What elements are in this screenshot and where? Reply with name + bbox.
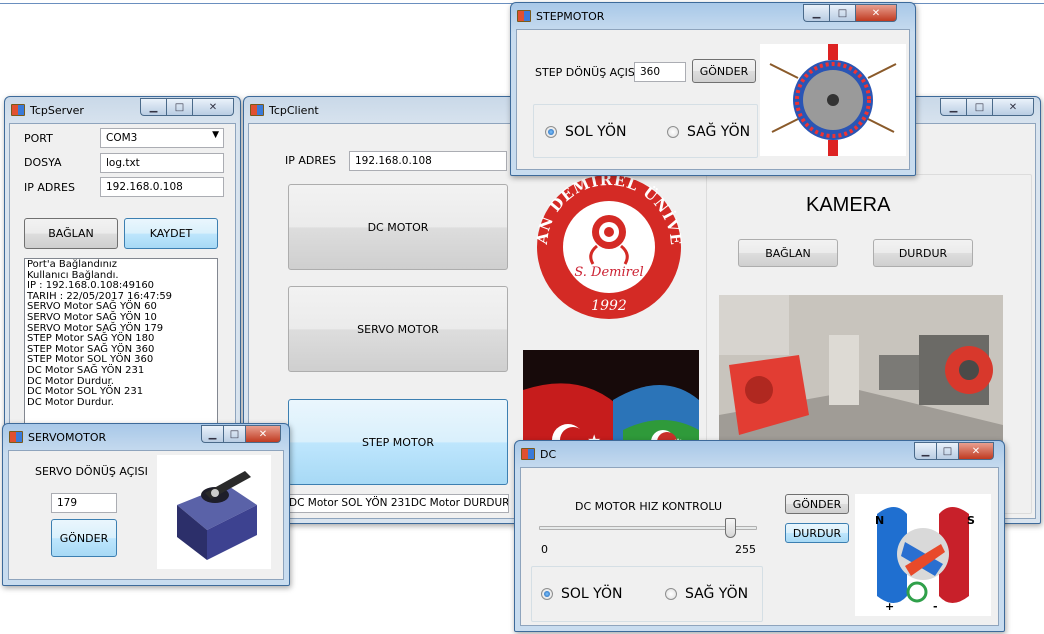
save-button[interactable]: KAYDET [124,218,218,249]
dc-client: DC MOTOR HIZ KONTROLU 0 255 SOL YÖN SAĞ … [520,467,999,626]
window-title: STEPMOTOR [536,9,605,23]
slider-thumb[interactable] [725,518,736,538]
camera-stop-button[interactable]: DURDUR [873,239,973,267]
radio-indicator [545,126,557,138]
window-title: TcpClient [269,103,319,117]
servo-send-button[interactable]: GÖNDER [51,519,117,557]
stepper-motor-image [760,44,906,156]
pole-n-label: N [875,514,884,527]
close-button[interactable]: ✕ [958,442,994,460]
step-motor-button[interactable]: STEP MOTOR [288,399,508,485]
dc-stop-button[interactable]: DURDUR [785,523,849,543]
radio-indicator [665,588,677,600]
chevron-down-icon[interactable]: ▼ [212,130,219,140]
tcpserver-window: TcpServer ▁ □ ✕ PORT COM3 ▼ DOSYA log.tx… [4,96,241,436]
close-button[interactable]: ✕ [992,98,1034,116]
maximize-button[interactable]: □ [936,442,958,460]
app-icon [9,431,23,443]
dc-motor-image: N S + - [855,494,991,616]
status-textbox[interactable]: DC Motor SOL YÖN 231DC Motor DURDUR. [285,494,509,513]
plus-terminal-label: + [885,600,894,613]
logo-year: 1992 [591,298,627,314]
stepmotor-window: STEPMOTOR ▁ □ ✕ STEP DÖNÜŞ AÇISI 360 GÖN… [510,2,916,176]
slider-min-label: 0 [541,543,548,556]
port-label: PORT [24,132,53,145]
maximize-button[interactable]: □ [223,425,245,443]
maximize-button[interactable]: □ [966,98,992,116]
maximize-button[interactable]: □ [829,4,855,22]
servomotor-titlebar[interactable]: SERVOMOTOR ▁ □ ✕ [3,424,289,450]
step-angle-label: STEP DÖNÜŞ AÇISI [535,66,639,79]
camera-title: KAMERA [806,194,891,216]
servo-motor-button[interactable]: SERVO MOTOR [288,286,508,372]
app-icon [521,448,535,460]
servo-angle-label: SERVO DÖNÜŞ AÇISI [35,465,148,478]
app-icon [517,10,531,22]
dc-right-label: SAĞ YÖN [685,586,749,602]
minimize-button[interactable]: ▁ [803,4,829,22]
servomotor-window: SERVOMOTOR ▁ □ ✕ SERVO DÖNÜŞ AÇISI 179 G… [2,423,290,586]
pole-s-label: S [967,514,975,527]
slider-max-label: 255 [735,543,756,556]
step-angle-input[interactable]: 360 [634,62,686,82]
log-line: SERVO Motor SAĞ YÖN 10 [27,311,157,323]
step-left-radio[interactable]: SOL YÖN [545,124,626,140]
file-input[interactable]: log.txt [100,153,224,173]
university-logo: SÜLEYMAN DEMİREL ÜNİVERSİTESİ S. Demirel… [519,172,699,322]
logo-signature: S. Demirel [574,265,643,280]
close-button[interactable]: ✕ [245,425,281,443]
dc-motor-button[interactable]: DC MOTOR [288,184,508,270]
stepmotor-titlebar[interactable]: STEPMOTOR ▁ □ ✕ [511,3,915,29]
speed-label: DC MOTOR HIZ KONTROLU [575,500,723,513]
minus-terminal-label: - [933,600,938,613]
step-send-button[interactable]: GÖNDER [692,59,756,83]
servo-angle-input[interactable]: 179 [51,493,117,513]
minimize-button[interactable]: ▁ [914,442,936,460]
window-title: SERVOMOTOR [28,430,107,444]
ip-label: IP ADRES [24,181,75,194]
dc-titlebar[interactable]: DC ▁ □ ✕ [515,441,1004,467]
minimize-button[interactable]: ▁ [140,98,166,116]
servomotor-client: SERVO DÖNÜŞ AÇISI 179 GÖNDER [8,450,284,580]
tcpserver-titlebar[interactable]: TcpServer ▁ □ ✕ [5,97,240,123]
maximize-button[interactable]: □ [166,98,192,116]
camera-connect-button[interactable]: BAĞLAN [738,239,838,267]
file-label: DOSYA [24,156,62,169]
close-button[interactable]: ✕ [855,4,897,22]
port-value: COM3 [106,132,138,144]
window-title: TcpServer [30,103,84,117]
tcpserver-client: PORT COM3 ▼ DOSYA log.txt IP ADRES 192.1… [9,123,236,433]
radio-indicator [541,588,553,600]
step-left-label: SOL YÖN [565,124,627,140]
dc-right-radio[interactable]: SAĞ YÖN [665,586,748,602]
ip-input[interactable]: 192.168.0.108 [349,151,507,171]
step-right-radio[interactable]: SAĞ YÖN [667,124,750,140]
ip-input[interactable]: 192.168.0.108 [100,177,224,197]
servo-motor-image [157,455,271,569]
window-title: DC [540,447,557,461]
log-line: Port'a Bağlandınız [27,259,117,270]
minimize-button[interactable]: ▁ [940,98,966,116]
port-combobox[interactable]: COM3 ▼ [100,128,224,148]
dc-left-radio[interactable]: SOL YÖN [541,586,622,602]
app-icon [11,104,25,116]
log-listbox[interactable]: Port'a Bağlandınız Kullanıcı Bağlandı. IP … [24,258,218,433]
app-icon [250,104,264,116]
speed-slider[interactable] [539,518,757,542]
minimize-button[interactable]: ▁ [201,425,223,443]
connect-button[interactable]: BAĞLAN [24,218,118,249]
close-button[interactable]: ✕ [192,98,234,116]
dc-send-button[interactable]: GÖNDER [785,494,849,514]
ip-label: IP ADRES [285,154,336,167]
radio-indicator [667,126,679,138]
dc-left-label: SOL YÖN [561,586,623,602]
log-line: DC Motor SAĞ YÖN 231 [27,364,145,376]
dc-window: DC ▁ □ ✕ DC MOTOR HIZ KONTROLU 0 255 SOL… [514,440,1005,632]
log-line: DC Motor Durdur. [27,396,114,408]
stepmotor-client: STEP DÖNÜŞ AÇISI 360 GÖNDER SOL YÖN SAĞ … [516,29,910,170]
step-right-label: SAĞ YÖN [687,124,751,140]
